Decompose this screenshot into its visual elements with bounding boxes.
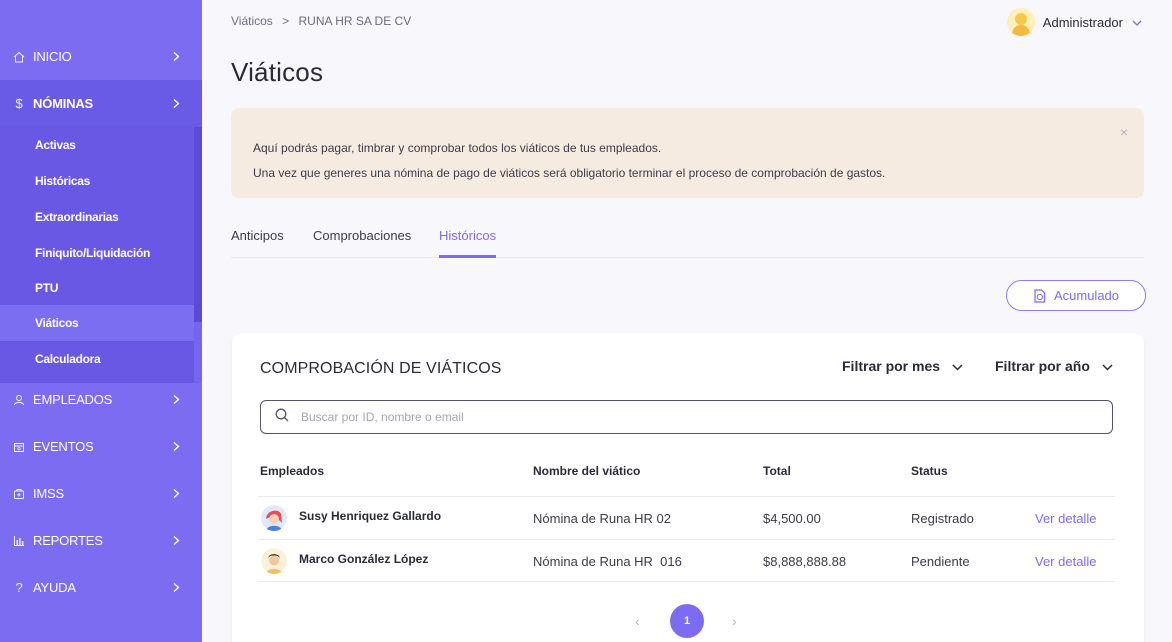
help-icon: ? xyxy=(15,580,23,595)
column-header-status: Status xyxy=(911,464,948,478)
card-title: COMPROBACIÓN DE VIÁTICOS xyxy=(260,360,502,377)
submenu-item-activas[interactable]: Activas xyxy=(0,127,194,163)
chevron-right-icon xyxy=(173,580,180,595)
alert-line-1: Aquí podrás pagar, timbrar y comprobar t… xyxy=(253,141,662,155)
filter-month-dropdown[interactable]: Filtrar por mes xyxy=(842,358,963,374)
viatico-total: $8,888,888.88 xyxy=(763,554,847,569)
calendar-icon xyxy=(12,440,26,454)
acumulado-button[interactable]: Acumulado xyxy=(1006,280,1146,311)
search-input[interactable] xyxy=(301,410,1081,424)
ver-detalle-link[interactable]: Ver detalle xyxy=(1035,511,1096,526)
sidebar-item-label: REPORTES xyxy=(33,533,103,548)
close-icon[interactable]: × xyxy=(1120,120,1128,145)
table-row: Marco González López Nómina de Runa HR 0… xyxy=(258,539,1115,582)
filter-year-label: Filtrar por año xyxy=(995,358,1090,374)
comprobacion-card: COMPROBACIÓN DE VIÁTICOS Filtrar por mes… xyxy=(232,333,1144,642)
sidebar-item-empleados[interactable]: EMPLEADOS xyxy=(0,376,202,423)
column-header-nombre: Nombre del viático xyxy=(533,464,641,478)
employee-name: Marco González López xyxy=(299,552,429,566)
submenu-item-ptu[interactable]: PTU xyxy=(0,270,194,306)
breadcrumb: Viáticos > RUNA HR SA DE CV xyxy=(231,14,417,28)
tabs: Anticipos Comprobaciones Históricos xyxy=(231,222,1144,258)
alert-line-2: Una vez que generes una nómina de pago d… xyxy=(253,166,886,180)
viatico-total: $4,500.00 xyxy=(763,511,821,526)
sidebar-item-label: EVENTOS xyxy=(33,439,94,454)
status-badge: Pendiente xyxy=(911,554,970,569)
sidebar-item-eventos[interactable]: EVENTOS xyxy=(0,423,202,470)
sidebar-item-inicio[interactable]: INICIO xyxy=(0,33,202,80)
breadcrumb-current: RUNA HR SA DE CV xyxy=(298,14,412,28)
sidebar-item-imss[interactable]: IMSS xyxy=(0,470,202,517)
sidebar-item-nominas[interactable]: $ NÓMINAS xyxy=(0,80,202,127)
sidebar-item-label: AYUDA xyxy=(33,580,76,595)
sidebar-item-label: IMSS xyxy=(33,486,64,501)
search-icon xyxy=(275,408,289,427)
sidebar-item-label: EMPLEADOS xyxy=(33,392,113,407)
user-icon xyxy=(12,393,26,407)
search-box xyxy=(260,400,1113,434)
table-row: Susy Henriquez Gallardo Nómina de Runa H… xyxy=(258,496,1115,539)
avatar xyxy=(261,548,287,574)
chevron-right-icon xyxy=(173,392,180,407)
filter-year-dropdown[interactable]: Filtrar por año xyxy=(995,358,1113,374)
info-alert: Aquí podrás pagar, timbrar y comprobar t… xyxy=(231,108,1144,198)
document-money-icon xyxy=(1033,288,1046,303)
chart-icon xyxy=(12,534,26,548)
submenu-item-calculadora[interactable]: Calculadora xyxy=(0,341,194,377)
avatar xyxy=(261,505,287,531)
submenu-scrollbar-thumb[interactable] xyxy=(194,127,202,322)
user-name: Administrador xyxy=(1042,14,1123,30)
chevron-right-icon xyxy=(173,533,180,548)
sidebar-item-reportes[interactable]: REPORTES xyxy=(0,517,202,564)
chevron-right-icon xyxy=(173,96,180,111)
chevron-right-icon xyxy=(173,49,180,64)
user-menu[interactable]: Administrador xyxy=(1006,8,1142,36)
viatico-name: Nómina de Runa HR 016 xyxy=(533,554,682,569)
tab-comprobaciones[interactable]: Comprobaciones xyxy=(313,228,411,255)
submenu-item-finiquito[interactable]: Finiquito/Liquidación xyxy=(0,235,194,271)
pagination-prev-button[interactable]: ‹ xyxy=(635,613,640,629)
tab-historicos[interactable]: Históricos xyxy=(439,228,497,258)
column-header-total: Total xyxy=(763,464,791,478)
sidebar-item-ayuda[interactable]: ? AYUDA xyxy=(0,564,202,611)
ver-detalle-link[interactable]: Ver detalle xyxy=(1035,554,1096,569)
pagination: ‹ 1 › xyxy=(232,604,1144,638)
acumulado-label: Acumulado xyxy=(1053,288,1120,303)
breadcrumb-separator: > xyxy=(282,14,290,28)
chevron-right-icon xyxy=(173,486,180,501)
chevron-down-icon xyxy=(1102,358,1113,374)
dollar-icon: $ xyxy=(15,96,23,111)
column-header-empleados: Empleados xyxy=(260,464,325,478)
hospital-icon xyxy=(12,487,26,501)
pagination-page-current[interactable]: 1 xyxy=(670,604,704,638)
tab-anticipos[interactable]: Anticipos xyxy=(231,228,284,255)
submenu-item-historicas[interactable]: Históricas xyxy=(0,163,194,199)
sidebar: INICIO $ NÓMINAS Activas Históricas Extr… xyxy=(0,0,202,642)
home-icon xyxy=(12,50,26,64)
avatar xyxy=(1006,8,1035,36)
nominas-submenu: Activas Históricas Extraordinarias Finiq… xyxy=(0,127,202,383)
filter-month-label: Filtrar por mes xyxy=(842,358,941,374)
chevron-down-icon xyxy=(1132,15,1142,30)
breadcrumb-root-link[interactable]: Viáticos xyxy=(231,14,273,28)
chevron-down-icon xyxy=(952,358,963,374)
sidebar-item-label: NÓMINAS xyxy=(33,96,93,111)
employee-name: Susy Henriquez Gallardo xyxy=(299,509,442,523)
chevron-right-icon xyxy=(173,439,180,454)
submenu-item-viaticos[interactable]: Viáticos xyxy=(0,305,194,341)
sidebar-item-label: INICIO xyxy=(33,49,72,64)
status-badge: Registrado xyxy=(911,511,974,526)
page-title: Viáticos xyxy=(231,57,324,87)
pagination-next-button[interactable]: › xyxy=(732,613,737,629)
viatico-name: Nómina de Runa HR 02 xyxy=(533,511,672,526)
submenu-item-extraordinarias[interactable]: Extraordinarias xyxy=(0,199,194,235)
